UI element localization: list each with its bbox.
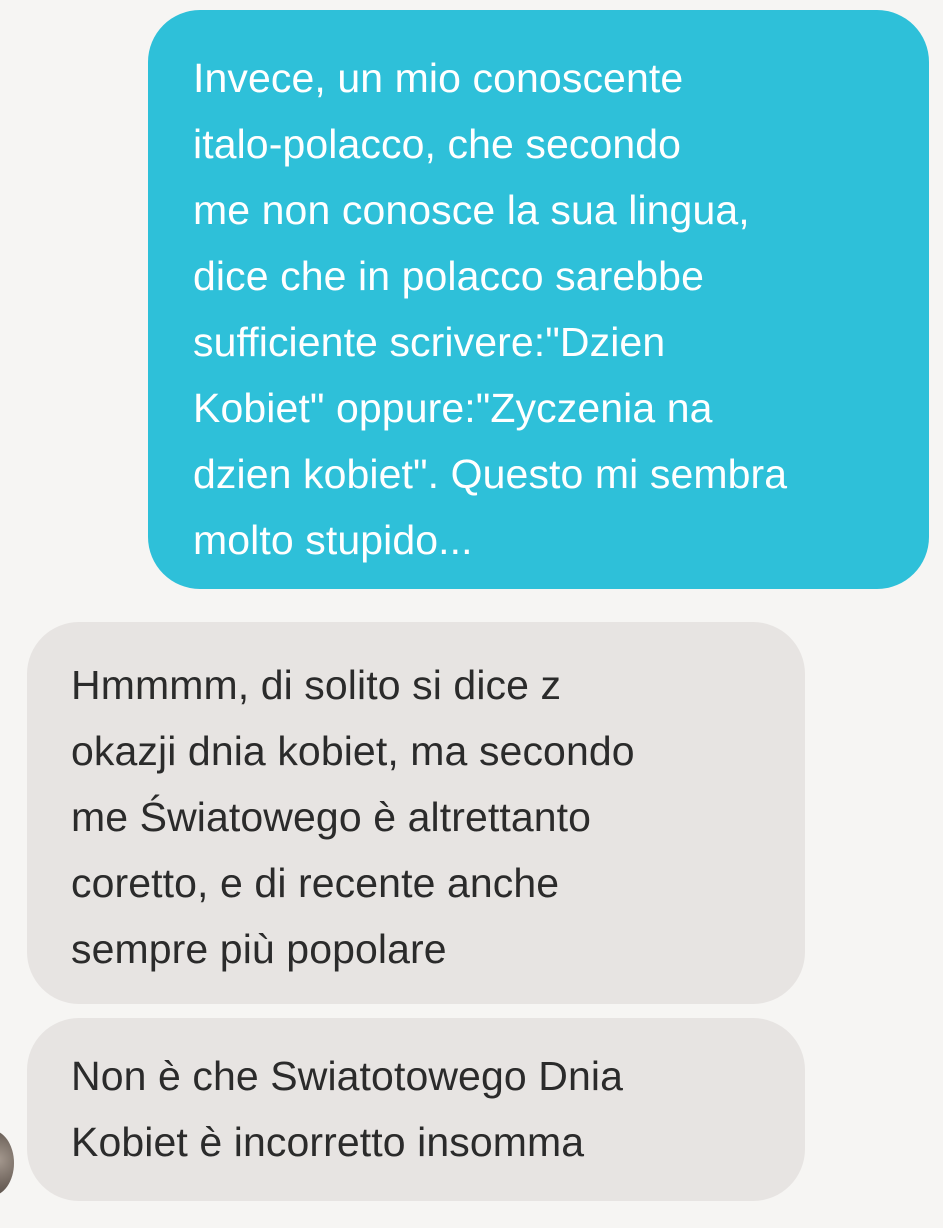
message-line: Invece, un mio conoscente	[193, 55, 684, 101]
message-line: Non è che Swiatotowego Dnia	[71, 1053, 623, 1099]
message-line: Kobiet è incorretto insomma	[71, 1119, 585, 1165]
message-line: coretto, e di recente anche	[71, 860, 560, 906]
message-line: Kobiet" oppure:"Zyczenia na	[193, 385, 713, 431]
message-line: me Światowego è altrettanto	[71, 794, 592, 840]
message-line: italo-polacco, che secondo	[193, 121, 682, 167]
message-bubble-received[interactable]: Hmmmm, di solito si dice z okazji dnia k…	[27, 622, 805, 1004]
avatar[interactable]	[0, 1130, 14, 1196]
message-line: okazji dnia kobiet, ma secondo	[71, 728, 635, 774]
message-line: me non conosce la sua lingua,	[193, 187, 750, 233]
message-line: sempre più popolare	[71, 926, 447, 972]
message-line: dice che in polacco sarebbe	[193, 253, 704, 299]
message-line: sufficiente scrivere:"Dzien	[193, 319, 666, 365]
message-bubble-received[interactable]: Non è che Swiatotowego Dnia Kobiet è inc…	[27, 1018, 805, 1201]
message-bubble-sent[interactable]: Invece, un mio conoscente italo-polacco,…	[148, 10, 929, 589]
chat-thread: Invece, un mio conoscente italo-polacco,…	[0, 0, 943, 1228]
message-line: Hmmmm, di solito si dice z	[71, 662, 562, 708]
message-line: molto stupido...	[193, 517, 473, 563]
message-line: dzien kobiet". Questo mi sembra	[193, 451, 788, 497]
